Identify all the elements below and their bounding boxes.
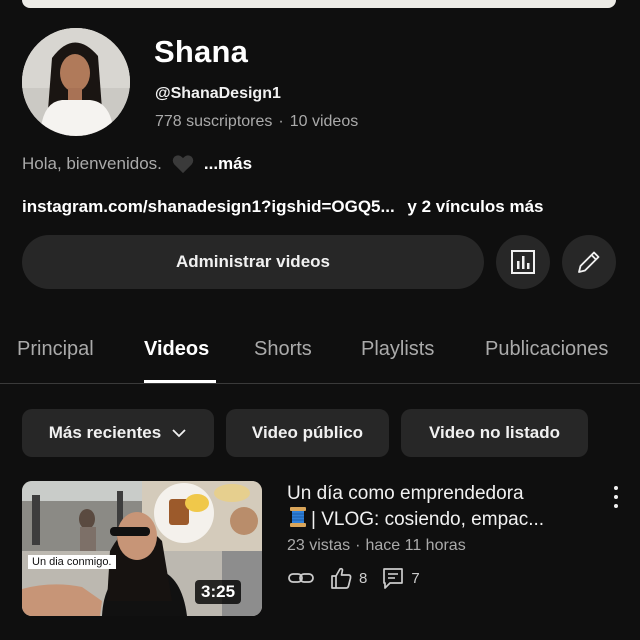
channel-banner	[22, 0, 616, 8]
analytics-button[interactable]	[496, 235, 550, 289]
channel-links[interactable]: instagram.com/shanadesign1?igshid=OGQ5..…	[22, 197, 544, 217]
video-title[interactable]: Un día como emprendedora | VLOG: cosiend…	[287, 481, 597, 532]
thumbs-up-icon	[331, 567, 352, 589]
comment-count: 7	[411, 569, 420, 587]
like-count: 8	[359, 569, 368, 587]
thumbnail-caption: Un dia conmigo.	[28, 555, 116, 569]
tab-videos[interactable]: Videos	[144, 338, 209, 361]
analytics-icon	[511, 250, 535, 274]
video-meta: 23 vistas · hace 11 horas	[287, 537, 466, 555]
avatar[interactable]	[22, 28, 130, 136]
view-count: 23 vistas	[287, 537, 351, 554]
instagram-link[interactable]: instagram.com/shanadesign1?igshid=OGQ5..…	[22, 197, 395, 216]
share-link-button[interactable]	[287, 568, 315, 588]
filter-unlisted-chip[interactable]: Video no listado	[401, 409, 588, 457]
tab-publicaciones[interactable]: Publicaciones	[485, 338, 608, 361]
video-title-line2: | VLOG: cosiendo, empac...	[311, 509, 545, 530]
comment-icon	[383, 568, 404, 589]
video-actions: 8 7	[287, 566, 434, 590]
like-button[interactable]: 8	[329, 566, 367, 590]
channel-description[interactable]: Hola, bienvenidos. ...más	[22, 154, 252, 174]
kebab-dot	[614, 486, 618, 490]
channel-stats: 778 suscriptores · 10 videos	[155, 113, 358, 131]
subscriber-count: 778 suscriptores	[155, 113, 273, 130]
link-icon	[288, 573, 314, 583]
description-text: Hola, bienvenidos.	[22, 154, 162, 173]
manage-videos-button[interactable]: Administrar videos	[22, 235, 484, 289]
video-count: 10 videos	[289, 113, 359, 130]
pencil-icon	[578, 251, 600, 273]
sort-dropdown[interactable]: Más recientes	[22, 409, 214, 457]
comments-button[interactable]: 7	[381, 566, 420, 590]
video-duration: 3:25	[195, 580, 242, 604]
chevron-down-icon	[172, 429, 186, 438]
tabs-divider	[0, 383, 640, 384]
sort-label: Más recientes	[48, 423, 162, 442]
black-heart-icon	[172, 155, 194, 174]
channel-tabs: Principal Videos Shorts Playlists Public…	[0, 330, 640, 384]
kebab-dot	[614, 504, 618, 508]
more-link[interactable]: ...más	[204, 154, 252, 174]
more-links[interactable]: y 2 vínculos más	[407, 197, 543, 216]
channel-handle: @ShanaDesign1	[155, 85, 281, 102]
upload-age: hace 11 horas	[365, 537, 466, 554]
video-options-button[interactable]	[606, 486, 626, 508]
edit-channel-button[interactable]	[562, 235, 616, 289]
video-title-line1: Un día como emprendedora	[287, 483, 524, 504]
filter-public-chip[interactable]: Video público	[226, 409, 389, 457]
channel-name: Shana	[154, 34, 249, 69]
meta-separator: ·	[355, 537, 361, 554]
tab-shorts[interactable]: Shorts	[254, 338, 312, 361]
stats-separator: ·	[278, 113, 284, 130]
kebab-dot	[614, 495, 618, 499]
thread-spool-icon	[290, 507, 306, 527]
tab-playlists[interactable]: Playlists	[361, 338, 434, 361]
tab-principal[interactable]: Principal	[17, 338, 94, 361]
